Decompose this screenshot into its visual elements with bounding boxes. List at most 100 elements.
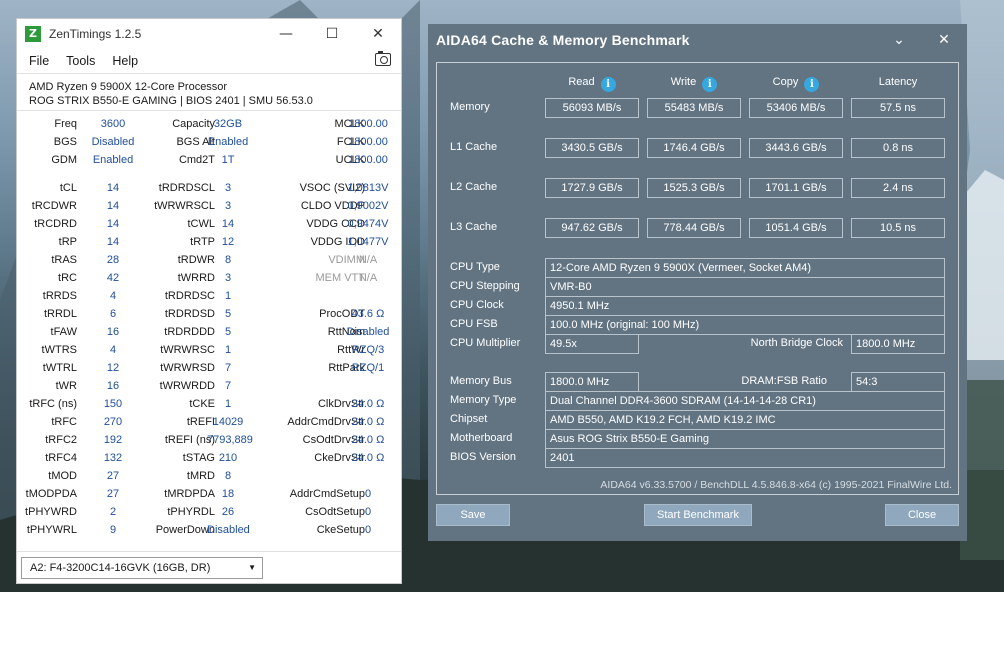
maximize-icon[interactable]: ☐ [309, 19, 355, 49]
save-button[interactable]: Save [436, 504, 510, 526]
close-icon[interactable]: ✕ [933, 30, 955, 52]
timing-row: tRC 42 tWRRD 3 MEM VTT N/A [17, 269, 401, 287]
timing-label: Capacity [172, 118, 215, 130]
timing-label: tPHYWRD [25, 506, 77, 518]
timing-row: tWR 16 tWRWRDD 7 [17, 377, 401, 395]
timing-value: 3 [224, 182, 232, 194]
zentimings-window: Z ZenTimings 1.2.5 — ☐ ✕ File Tools Help… [16, 18, 402, 584]
timing-value: 5 [224, 326, 232, 338]
timing-label: tRRDL [43, 308, 77, 320]
timing-label: tRCDRD [34, 218, 77, 230]
read-value: 3430.5 GB/s [545, 138, 639, 158]
timing-value: 24.0 Ω [351, 398, 385, 410]
write-value: 1525.3 GB/s [647, 178, 741, 198]
timing-label: BGS Alt [176, 136, 215, 148]
timing-label: tRFC (ns) [29, 398, 77, 410]
zen-titlebar[interactable]: Z ZenTimings 1.2.5 — ☐ ✕ [17, 19, 401, 49]
timing-label: tFAW [50, 326, 77, 338]
menu-file[interactable]: File [29, 54, 49, 68]
timing-label: tSTAG [182, 452, 215, 464]
timing-label: tRCDWR [31, 200, 77, 212]
memory-bus-label: Memory Bus [450, 375, 512, 387]
memory-bus-value: 1800.0 MHz [545, 372, 639, 392]
timing-row: tRAS 28 tRDWR 8 VDIMM N/A [17, 251, 401, 269]
timing-row: tPHYWRL 9 PowerDown Disabled CkeSetup 0 [17, 521, 401, 539]
timing-value: RZQ/3 [351, 344, 385, 356]
timing-row: tMODPDA 27 tMRDPDA 18 AddrCmdSetup 0 [17, 485, 401, 503]
timing-value: 3 [224, 200, 232, 212]
header-write: Write i [647, 76, 741, 92]
timing-row: tRFC (ns) 150 tCKE 1 ClkDrvStr 24.0 Ω [17, 395, 401, 413]
timing-value: N/A [358, 272, 378, 284]
read-value: 1727.9 GB/s [545, 178, 639, 198]
timing-row: tRFC2 192 tREFI (ns) 7793,889 CsOdtDrvStr 24.… [17, 431, 401, 449]
aida-titlebar[interactable]: AIDA64 Cache & Memory Benchmark ⌄ ✕ [428, 24, 967, 58]
timing-value: 24.0 Ω [351, 434, 385, 446]
timing-value: 0 [364, 488, 372, 500]
timing-value: 5 [224, 308, 232, 320]
cpu-fsb-label: CPU FSB [450, 318, 498, 330]
bios-version-label: BIOS Version [450, 451, 517, 463]
timing-row: GDM Enabled Cmd2T 1T UCLK 1800.00 [17, 151, 401, 169]
motherboard-label: Motherboard [450, 432, 513, 444]
timing-label: tREFI (ns) [164, 434, 215, 446]
info-icon[interactable]: i [702, 77, 718, 92]
write-value: 1746.4 GB/s [647, 138, 741, 158]
cpu-stepping-label: CPU Stepping [450, 280, 520, 292]
dram-fsb-value: 54:3 [851, 372, 945, 392]
copy-value: 53406 MB/s [749, 98, 843, 118]
info-icon[interactable]: i [804, 77, 820, 92]
minimize-icon[interactable]: — [263, 19, 309, 49]
timing-value: 0 [364, 524, 372, 536]
timing-row: tWTRS 4 tWRWRSC 1 RttWr RZQ/3 [17, 341, 401, 359]
version-info: AIDA64 v6.33.5700 / BenchDLL 4.5.846.8-x… [600, 479, 952, 491]
menu-tools[interactable]: Tools [66, 54, 95, 68]
zen-statusbar: A2: F4-3200C14-16GVK (16GB, DR) ▼ [17, 551, 401, 583]
header-read: Read i [545, 76, 639, 92]
zentimings-logo-icon: Z [25, 26, 41, 42]
zen-menubar: File Tools Help [17, 49, 401, 73]
timing-value: 7 [224, 362, 232, 374]
timing-label: tWRWRSD [160, 362, 215, 374]
timing-label: tRFC2 [45, 434, 77, 446]
timing-value: 1800.00 [348, 154, 388, 166]
timing-value: Disabled [346, 326, 390, 338]
bios-version-value: 2401 [545, 448, 945, 468]
timing-value: 18 [221, 488, 235, 500]
timing-label: Cmd2T [178, 154, 215, 166]
header-copy: Copy i [749, 76, 843, 92]
timing-value: Enabled [207, 136, 249, 148]
timing-label: tWTRL [42, 362, 77, 374]
timing-label: tRFC [51, 416, 77, 428]
dimm-select-value: A2: F4-3200C14-16GVK (16GB, DR) [30, 562, 211, 574]
timing-label: tRDRDSC [164, 290, 215, 302]
timing-value: 0,9002V [347, 200, 389, 212]
timing-row: tPHYWRD 2 tPHYRDL 26 CsOdtSetup 0 [17, 503, 401, 521]
timing-label: tREFI [186, 416, 215, 428]
timing-row: tRFC4 132 tSTAG 210 CkeDrvStr 24.0 Ω [17, 449, 401, 467]
timing-row: tRCDRD 14 tCWL 14 VDDG CCD 0,9474V [17, 215, 401, 233]
close-button[interactable]: Close [885, 504, 959, 526]
camera-screenshot-icon[interactable] [375, 51, 391, 66]
timing-label: tRC [58, 272, 77, 284]
cpu-fsb-value: 100.0 MHz (original: 100 MHz) [545, 315, 945, 335]
timing-value: 24.0 Ω [351, 416, 385, 428]
timing-value: 32GB [213, 118, 243, 130]
bench-row-label: L2 Cache [450, 181, 498, 193]
info-icon[interactable]: i [600, 77, 616, 92]
timing-value: 1800.00 [348, 118, 388, 130]
close-icon[interactable]: ✕ [355, 19, 401, 49]
timing-value: 210 [218, 452, 238, 464]
write-value: 778.44 GB/s [647, 218, 741, 238]
menu-help[interactable]: Help [112, 54, 138, 68]
aida64-window: AIDA64 Cache & Memory Benchmark ⌄ ✕ Read… [428, 24, 967, 541]
start-benchmark-button[interactable]: Start Benchmark [644, 504, 752, 526]
timing-label: tRRDS [42, 290, 77, 302]
write-value: 55483 MB/s [647, 98, 741, 118]
zen-window-title: ZenTimings 1.2.5 [49, 27, 142, 41]
nb-clock-value: 1800.0 MHz [851, 334, 945, 354]
chevron-down-icon[interactable]: ⌄ [888, 30, 910, 52]
cpu-multiplier-value: 49.5x [545, 334, 639, 354]
read-value: 947.62 GB/s [545, 218, 639, 238]
dimm-select[interactable]: A2: F4-3200C14-16GVK (16GB, DR) ▼ [21, 557, 263, 579]
